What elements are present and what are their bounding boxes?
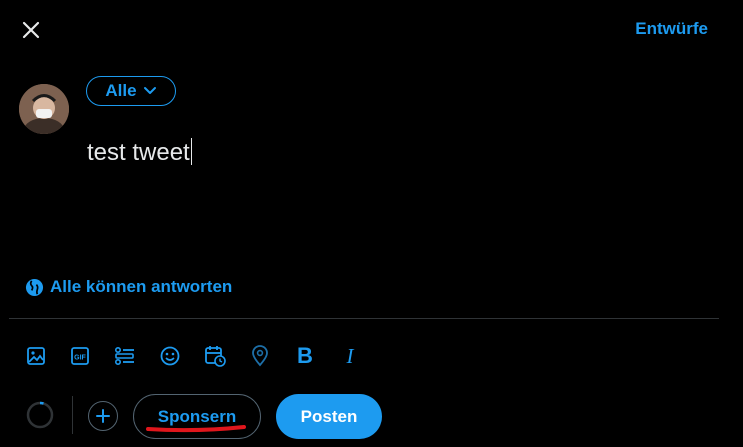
add-gif-button[interactable]: GIF — [65, 341, 95, 371]
image-icon — [27, 347, 45, 365]
post-text-editor[interactable]: test tweet — [87, 138, 707, 258]
location-icon — [252, 345, 268, 367]
close-button[interactable] — [14, 13, 48, 47]
gif-icon: GIF — [71, 347, 89, 365]
emoji-icon — [160, 346, 180, 366]
audience-selector-button[interactable]: Alle — [86, 76, 176, 106]
post-button-label: Posten — [300, 406, 358, 426]
chevron-down-icon — [143, 87, 156, 94]
compose-post-dialog: Entwürfe Alle test tweet Alle können ant… — [0, 0, 743, 447]
close-icon — [22, 21, 40, 39]
italic-icon: I — [346, 343, 354, 368]
italic-button[interactable]: I — [335, 341, 365, 371]
add-location-button[interactable] — [245, 341, 275, 371]
character-count-ring — [26, 401, 54, 429]
text-caret — [190, 138, 192, 165]
add-emoji-button[interactable] — [155, 341, 185, 371]
reply-setting-label: Alle können antworten — [50, 277, 233, 296]
drafts-link[interactable]: Entwürfe — [635, 19, 708, 39]
reply-setting-button[interactable]: Alle können antworten — [25, 277, 232, 297]
add-image-button[interactable] — [21, 341, 51, 371]
bold-button[interactable]: B — [290, 341, 320, 371]
add-poll-button[interactable] — [110, 341, 140, 371]
schedule-post-button[interactable] — [200, 341, 230, 371]
red-underline-annotation — [146, 425, 246, 433]
globe-person-icon — [25, 278, 44, 296]
gif-label: GIF — [74, 355, 86, 362]
footer-separator — [72, 396, 73, 434]
plus-icon — [96, 409, 110, 423]
post-button[interactable]: Posten — [276, 394, 382, 439]
bold-icon: B — [297, 343, 313, 368]
poll-icon — [114, 346, 134, 366]
avatar-image — [19, 84, 69, 134]
audience-label: Alle — [105, 81, 137, 100]
schedule-icon — [205, 346, 226, 367]
avatar[interactable] — [19, 84, 69, 134]
divider — [9, 318, 719, 319]
post-text: test tweet — [87, 139, 190, 166]
add-post-button[interactable] — [88, 401, 118, 431]
